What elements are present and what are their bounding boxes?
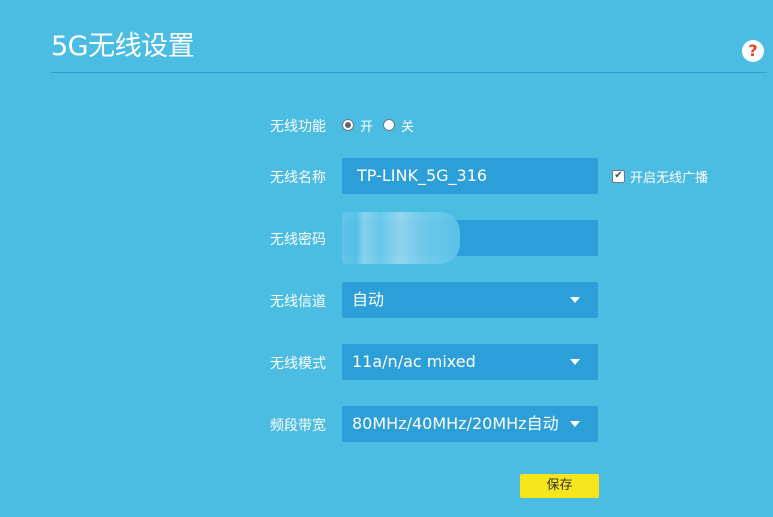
channel-value: 自动 xyxy=(352,290,385,309)
wireless-function-label: 无线功能 xyxy=(270,119,326,135)
wireless-off-radio[interactable]: 关 xyxy=(383,116,414,135)
wireless-off-label: 关 xyxy=(401,119,415,135)
dropdown-caret-icon xyxy=(570,297,580,303)
broadcast-checkbox[interactable]: ✔ 开启无线广播 xyxy=(612,168,709,186)
ssid-input[interactable]: TP-LINK_5G_316 xyxy=(342,158,598,194)
channel-label: 无线信道 xyxy=(270,294,326,310)
channel-select[interactable]: 自动 xyxy=(342,282,598,318)
dropdown-caret-icon xyxy=(570,359,580,365)
checkbox-checked-icon: ✔ xyxy=(612,169,625,183)
mode-select[interactable]: 11a/n/ac mixed xyxy=(342,344,598,380)
wireless-on-radio[interactable]: 开 xyxy=(342,116,373,135)
broadcast-label: 开启无线广播 xyxy=(630,170,709,186)
radio-unselected-icon xyxy=(383,119,396,131)
page-title: 5G无线设置 xyxy=(51,31,195,62)
ssid-label: 无线名称 xyxy=(270,170,326,186)
ssid-value: TP-LINK_5G_316 xyxy=(357,166,488,185)
wireless-function-radio-group: 开 关 xyxy=(342,116,424,135)
bandwidth-value: 80MHz/40MHz/20MHz自动 xyxy=(352,414,559,433)
wireless-on-label: 开 xyxy=(360,119,374,135)
mode-label: 无线模式 xyxy=(270,356,326,372)
bandwidth-label: 频段带宽 xyxy=(270,418,326,434)
mode-value: 11a/n/ac mixed xyxy=(352,352,476,371)
dropdown-caret-icon xyxy=(570,421,580,427)
bandwidth-select[interactable]: 80MHz/40MHz/20MHz自动 xyxy=(342,406,598,442)
save-button[interactable]: 保存 xyxy=(520,474,599,498)
title-divider xyxy=(51,72,767,73)
password-redaction xyxy=(342,212,460,264)
radio-selected-icon xyxy=(342,119,354,131)
password-input[interactable] xyxy=(342,212,598,264)
help-icon[interactable]: ? xyxy=(742,40,764,62)
password-label: 无线密码 xyxy=(270,232,326,248)
